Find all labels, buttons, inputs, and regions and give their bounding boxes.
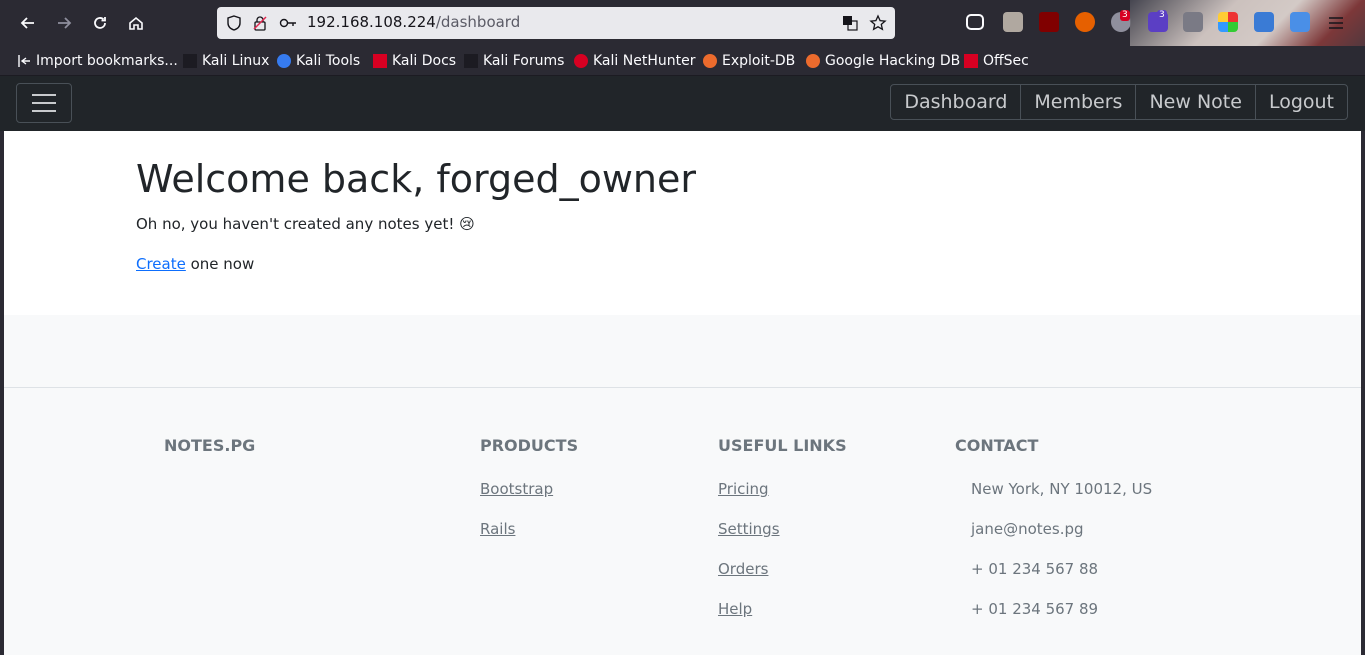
- site-navbar: Dashboard Members New Note Logout: [0, 76, 1365, 131]
- footer-link-settings[interactable]: Settings: [718, 520, 780, 538]
- hamburger-icon-bar: [32, 94, 56, 96]
- contact-address: New York, NY 10012, US: [971, 480, 1153, 498]
- nethunter-icon: [574, 54, 588, 68]
- bookmark-kali-forums[interactable]: Kali Forums: [464, 50, 564, 72]
- footer-link-orders[interactable]: Orders: [718, 560, 768, 578]
- bookmark-kali-tools[interactable]: Kali Tools: [277, 50, 360, 72]
- dashboard-main: Welcome back, forged_owner Oh no, you ha…: [4, 131, 1361, 315]
- navbar-toggler-button[interactable]: [16, 83, 72, 123]
- reload-button[interactable]: [85, 8, 115, 38]
- footer-products-title: PRODUCTS: [480, 436, 579, 455]
- navbar-links: Dashboard Members New Note Logout: [890, 84, 1348, 120]
- kali-forums-icon: [464, 54, 478, 68]
- bookmark-kali-nethunter[interactable]: Kali NetHunter: [574, 50, 695, 72]
- language-tool-icon[interactable]: [1290, 12, 1310, 32]
- bookmarks-toolbar: Import bookmarks... Kali Linux Kali Tool…: [0, 46, 1365, 76]
- ghdb-icon: [806, 54, 820, 68]
- footer-link-help[interactable]: Help: [718, 600, 752, 618]
- url-bar[interactable]: 192.168.108.224/dashboard: [217, 7, 895, 39]
- bookmark-exploit-db[interactable]: Exploit-DB: [703, 50, 795, 72]
- translate-extension-icon[interactable]: [1254, 12, 1274, 32]
- list-item: Settings: [718, 520, 847, 560]
- footer-contact-title: CONTACT: [955, 436, 1039, 455]
- back-button[interactable]: [13, 8, 43, 38]
- nav-new-note-link[interactable]: New Note: [1135, 84, 1256, 120]
- contact-email: jane@notes.pg: [971, 520, 1084, 538]
- footer-link-bootstrap[interactable]: Bootstrap: [480, 480, 553, 498]
- nav-logout-link[interactable]: Logout: [1254, 84, 1348, 120]
- extension-badge: 3: [1120, 10, 1130, 21]
- create-prompt: Create one now: [136, 255, 255, 273]
- footer-useful-links-column: USEFUL LINKS Pricing Settings Orders Hel…: [718, 436, 847, 640]
- contact-phone: + 01 234 567 88: [971, 560, 1099, 578]
- window-edge-right: [1361, 131, 1365, 655]
- bookmark-star-icon[interactable]: [869, 14, 887, 32]
- list-item: Help: [718, 600, 847, 640]
- list-item: Orders: [718, 560, 847, 600]
- bookmark-google-hacking-db[interactable]: Google Hacking DB: [806, 50, 960, 72]
- footer-brand-column: NOTES.PG: [164, 436, 255, 455]
- list-item: Pricing: [718, 480, 847, 520]
- extension-gray-icon[interactable]: [1183, 12, 1203, 32]
- forward-button[interactable]: [49, 8, 79, 38]
- wappalyzer-icon[interactable]: [1075, 12, 1095, 32]
- bookmark-kali-docs[interactable]: Kali Docs: [373, 50, 456, 72]
- kali-dragon-icon: [183, 54, 197, 68]
- url-text[interactable]: 192.168.108.224/dashboard: [307, 13, 520, 31]
- create-note-link[interactable]: Create: [136, 255, 186, 273]
- hamburger-icon-bar: [32, 102, 56, 104]
- extension-badge: 3: [1157, 10, 1167, 21]
- nav-dashboard-link[interactable]: Dashboard: [890, 84, 1022, 120]
- footer-divider: [4, 387, 1361, 388]
- exploit-db-icon: [703, 54, 717, 68]
- nav-members-link[interactable]: Members: [1020, 84, 1137, 120]
- pocket-icon[interactable]: [966, 14, 984, 30]
- hamburger-icon-bar: [32, 110, 56, 112]
- insecure-lock-icon[interactable]: [251, 14, 269, 32]
- kali-tools-icon: [277, 54, 291, 68]
- footer-contact-column: CONTACT New York, NY 10012, US jane@note…: [955, 436, 1152, 640]
- app-menu-button[interactable]: [1321, 8, 1351, 38]
- back-arrow-icon: [20, 17, 34, 29]
- footer-link-rails[interactable]: Rails: [480, 520, 515, 538]
- ublock-icon[interactable]: [1039, 12, 1059, 32]
- color-picker-icon[interactable]: [1218, 12, 1238, 32]
- shield-icon[interactable]: [225, 14, 243, 32]
- reload-icon: [94, 17, 106, 29]
- hacker-extension-icon[interactable]: [1003, 12, 1023, 32]
- bookmark-kali-linux[interactable]: Kali Linux: [183, 50, 269, 72]
- footer-link-pricing[interactable]: Pricing: [718, 480, 769, 498]
- offsec-icon: [964, 54, 978, 68]
- import-icon: [17, 54, 31, 68]
- bookmark-offsec[interactable]: OffSec: [964, 50, 1029, 72]
- kali-docs-icon: [373, 54, 387, 68]
- forward-arrow-icon: [58, 17, 72, 29]
- footer-brand: NOTES.PG: [164, 436, 256, 455]
- welcome-heading: Welcome back, forged_owner: [136, 157, 696, 201]
- browser-toolbar: 192.168.108.224/dashboard 3 3: [0, 0, 1365, 76]
- key-icon[interactable]: [279, 14, 297, 32]
- home-icon: [129, 16, 143, 30]
- contact-phone: + 01 234 567 89: [971, 600, 1099, 618]
- home-button[interactable]: [121, 8, 151, 38]
- hamburger-icon: [1329, 17, 1343, 29]
- list-item: Rails: [480, 520, 578, 560]
- footer-useful-links-title: USEFUL LINKS: [718, 436, 847, 455]
- list-item: Bootstrap: [480, 480, 578, 520]
- bookmark-import[interactable]: Import bookmarks...: [17, 50, 178, 72]
- no-notes-message: Oh no, you haven't created any notes yet…: [136, 215, 475, 233]
- footer-products-column: PRODUCTS Bootstrap Rails: [480, 436, 578, 560]
- translate-icon[interactable]: [841, 14, 859, 32]
